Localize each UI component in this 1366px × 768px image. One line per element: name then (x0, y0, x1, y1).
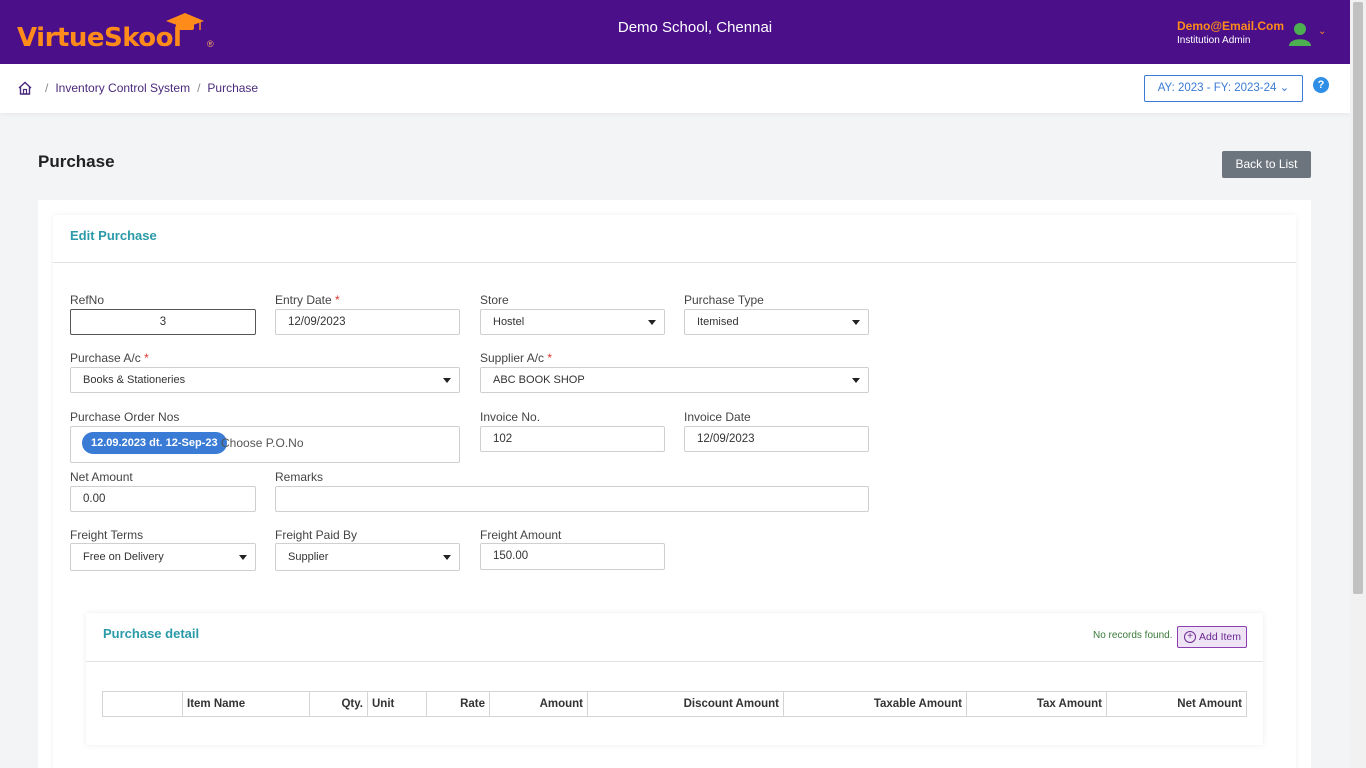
freight-paid-by-label: Freight Paid By (275, 528, 358, 542)
divider (86, 661, 1263, 662)
top-navbar: VirtueSkool ® Demo School, Chennai Demo@… (0, 0, 1350, 64)
remarks-label: Remarks (275, 470, 324, 484)
table-header-row: Item Name Qty. Unit Rate Amount Discount… (102, 691, 1247, 717)
col-qty: Qty. (309, 691, 368, 717)
breadcrumb: / Inventory Control System / Purchase (38, 81, 258, 95)
breadcrumb-bar: / Inventory Control System / Purchase AY: 2… (0, 64, 1350, 113)
invoice-date-label: Invoice Date (684, 410, 751, 424)
col-tax-amount: Tax Amount (966, 691, 1107, 717)
dropdown-caret-icon (443, 555, 451, 560)
add-item-button[interactable]: + Add Item (1177, 626, 1247, 648)
invoice-no-field[interactable]: 102 (480, 426, 665, 452)
col-discount-amount: Discount Amount (587, 691, 784, 717)
po-nos-placeholder: Choose P.O.No (221, 436, 304, 450)
chevron-down-icon: ⌄ (1279, 82, 1290, 94)
col-rate: Rate (426, 691, 490, 717)
refno-field[interactable]: 3 (70, 309, 256, 335)
academic-year-selector[interactable]: AY: 2023 - FY: 2023-24 ⌄ (1144, 75, 1303, 102)
dropdown-caret-icon (239, 555, 247, 560)
academic-year-label: AY: 2023 - FY: 2023-24 (1157, 82, 1277, 94)
user-avatar-icon[interactable] (1289, 22, 1311, 46)
add-item-label: Add Item (1199, 631, 1242, 643)
supplier-ac-label: Supplier A/c * (480, 351, 553, 365)
purchase-type-label: Purchase Type (684, 293, 764, 307)
invoice-date-field[interactable]: 12/09/2023 (684, 426, 869, 452)
plus-circle-icon: + (1184, 631, 1196, 643)
freight-amount-field[interactable]: 150.00 (480, 543, 665, 570)
chevron-down-icon[interactable]: ⌄ (1318, 26, 1326, 37)
divider (53, 262, 1296, 263)
supplier-ac-value: ABC BOOK SHOP (493, 374, 585, 386)
purchase-type-select[interactable]: Itemised (684, 309, 869, 335)
purchase-detail-table: Item Name Qty. Unit Rate Amount Discount… (102, 691, 1247, 717)
breadcrumb-purchase[interactable]: Purchase (207, 81, 258, 95)
dropdown-caret-icon (852, 320, 860, 325)
freight-terms-label: Freight Terms (70, 528, 144, 542)
freight-terms-value: Free on Delivery (83, 551, 164, 563)
user-email[interactable]: Demo@Email.Com (1177, 19, 1284, 33)
col-net-amount: Net Amount (1106, 691, 1247, 717)
invoice-no-label: Invoice No. (480, 410, 541, 424)
dropdown-caret-icon (852, 378, 860, 383)
home-icon[interactable] (18, 81, 32, 95)
help-icon[interactable]: ? (1313, 77, 1329, 93)
po-chip[interactable]: 12.09.2023 dt. 12-Sep-23 (82, 432, 227, 454)
breadcrumb-separator: / (197, 81, 201, 95)
col-taxable-amount: Taxable Amount (783, 691, 967, 717)
school-name: Demo School, Chennai (617, 19, 773, 36)
entry-date-label: Entry Date * (275, 293, 340, 307)
col-unit: Unit (367, 691, 427, 717)
col-select (102, 691, 183, 717)
registered-icon: ® (207, 39, 214, 49)
col-item-name: Item Name (182, 691, 310, 717)
purchase-ac-label: Purchase A/c * (70, 351, 149, 365)
dropdown-caret-icon (443, 378, 451, 383)
supplier-ac-select[interactable]: ABC BOOK SHOP (480, 367, 869, 393)
purchase-type-value: Itemised (697, 316, 739, 328)
freight-paid-by-select[interactable]: Supplier (275, 543, 460, 571)
freight-terms-select[interactable]: Free on Delivery (70, 543, 256, 571)
card-title: Edit Purchase (70, 228, 157, 243)
net-amount-field[interactable]: 0.00 (70, 486, 256, 512)
store-label: Store (480, 293, 509, 307)
store-select[interactable]: Hostel (480, 309, 665, 335)
purchase-ac-value: Books & Stationeries (83, 374, 186, 386)
col-amount: Amount (489, 691, 588, 717)
entry-date-field[interactable]: 12/09/2023 (275, 309, 460, 335)
back-to-list-button[interactable]: Back to List (1222, 151, 1311, 178)
page-title: Purchase (38, 152, 115, 171)
remarks-field[interactable] (275, 486, 869, 512)
purchase-detail-title: Purchase detail (103, 626, 200, 641)
purchase-detail-card (86, 613, 1263, 745)
store-value: Hostel (493, 316, 525, 328)
breadcrumb-separator: / (45, 81, 49, 95)
refno-label: RefNo (70, 293, 105, 307)
dropdown-caret-icon (648, 320, 656, 325)
net-amount-label: Net Amount (70, 470, 133, 484)
freight-amount-label: Freight Amount (480, 528, 562, 542)
no-records-text: No records found. (1093, 630, 1173, 641)
freight-paid-by-value: Supplier (288, 551, 329, 563)
scrollbar-thumb[interactable] (1353, 2, 1363, 594)
breadcrumb-inventory[interactable]: Inventory Control System (55, 81, 190, 95)
user-role: Institution Admin (1177, 35, 1251, 46)
purchase-ac-select[interactable]: Books & Stationeries (70, 367, 460, 393)
po-nos-label: Purchase Order Nos (70, 410, 180, 424)
